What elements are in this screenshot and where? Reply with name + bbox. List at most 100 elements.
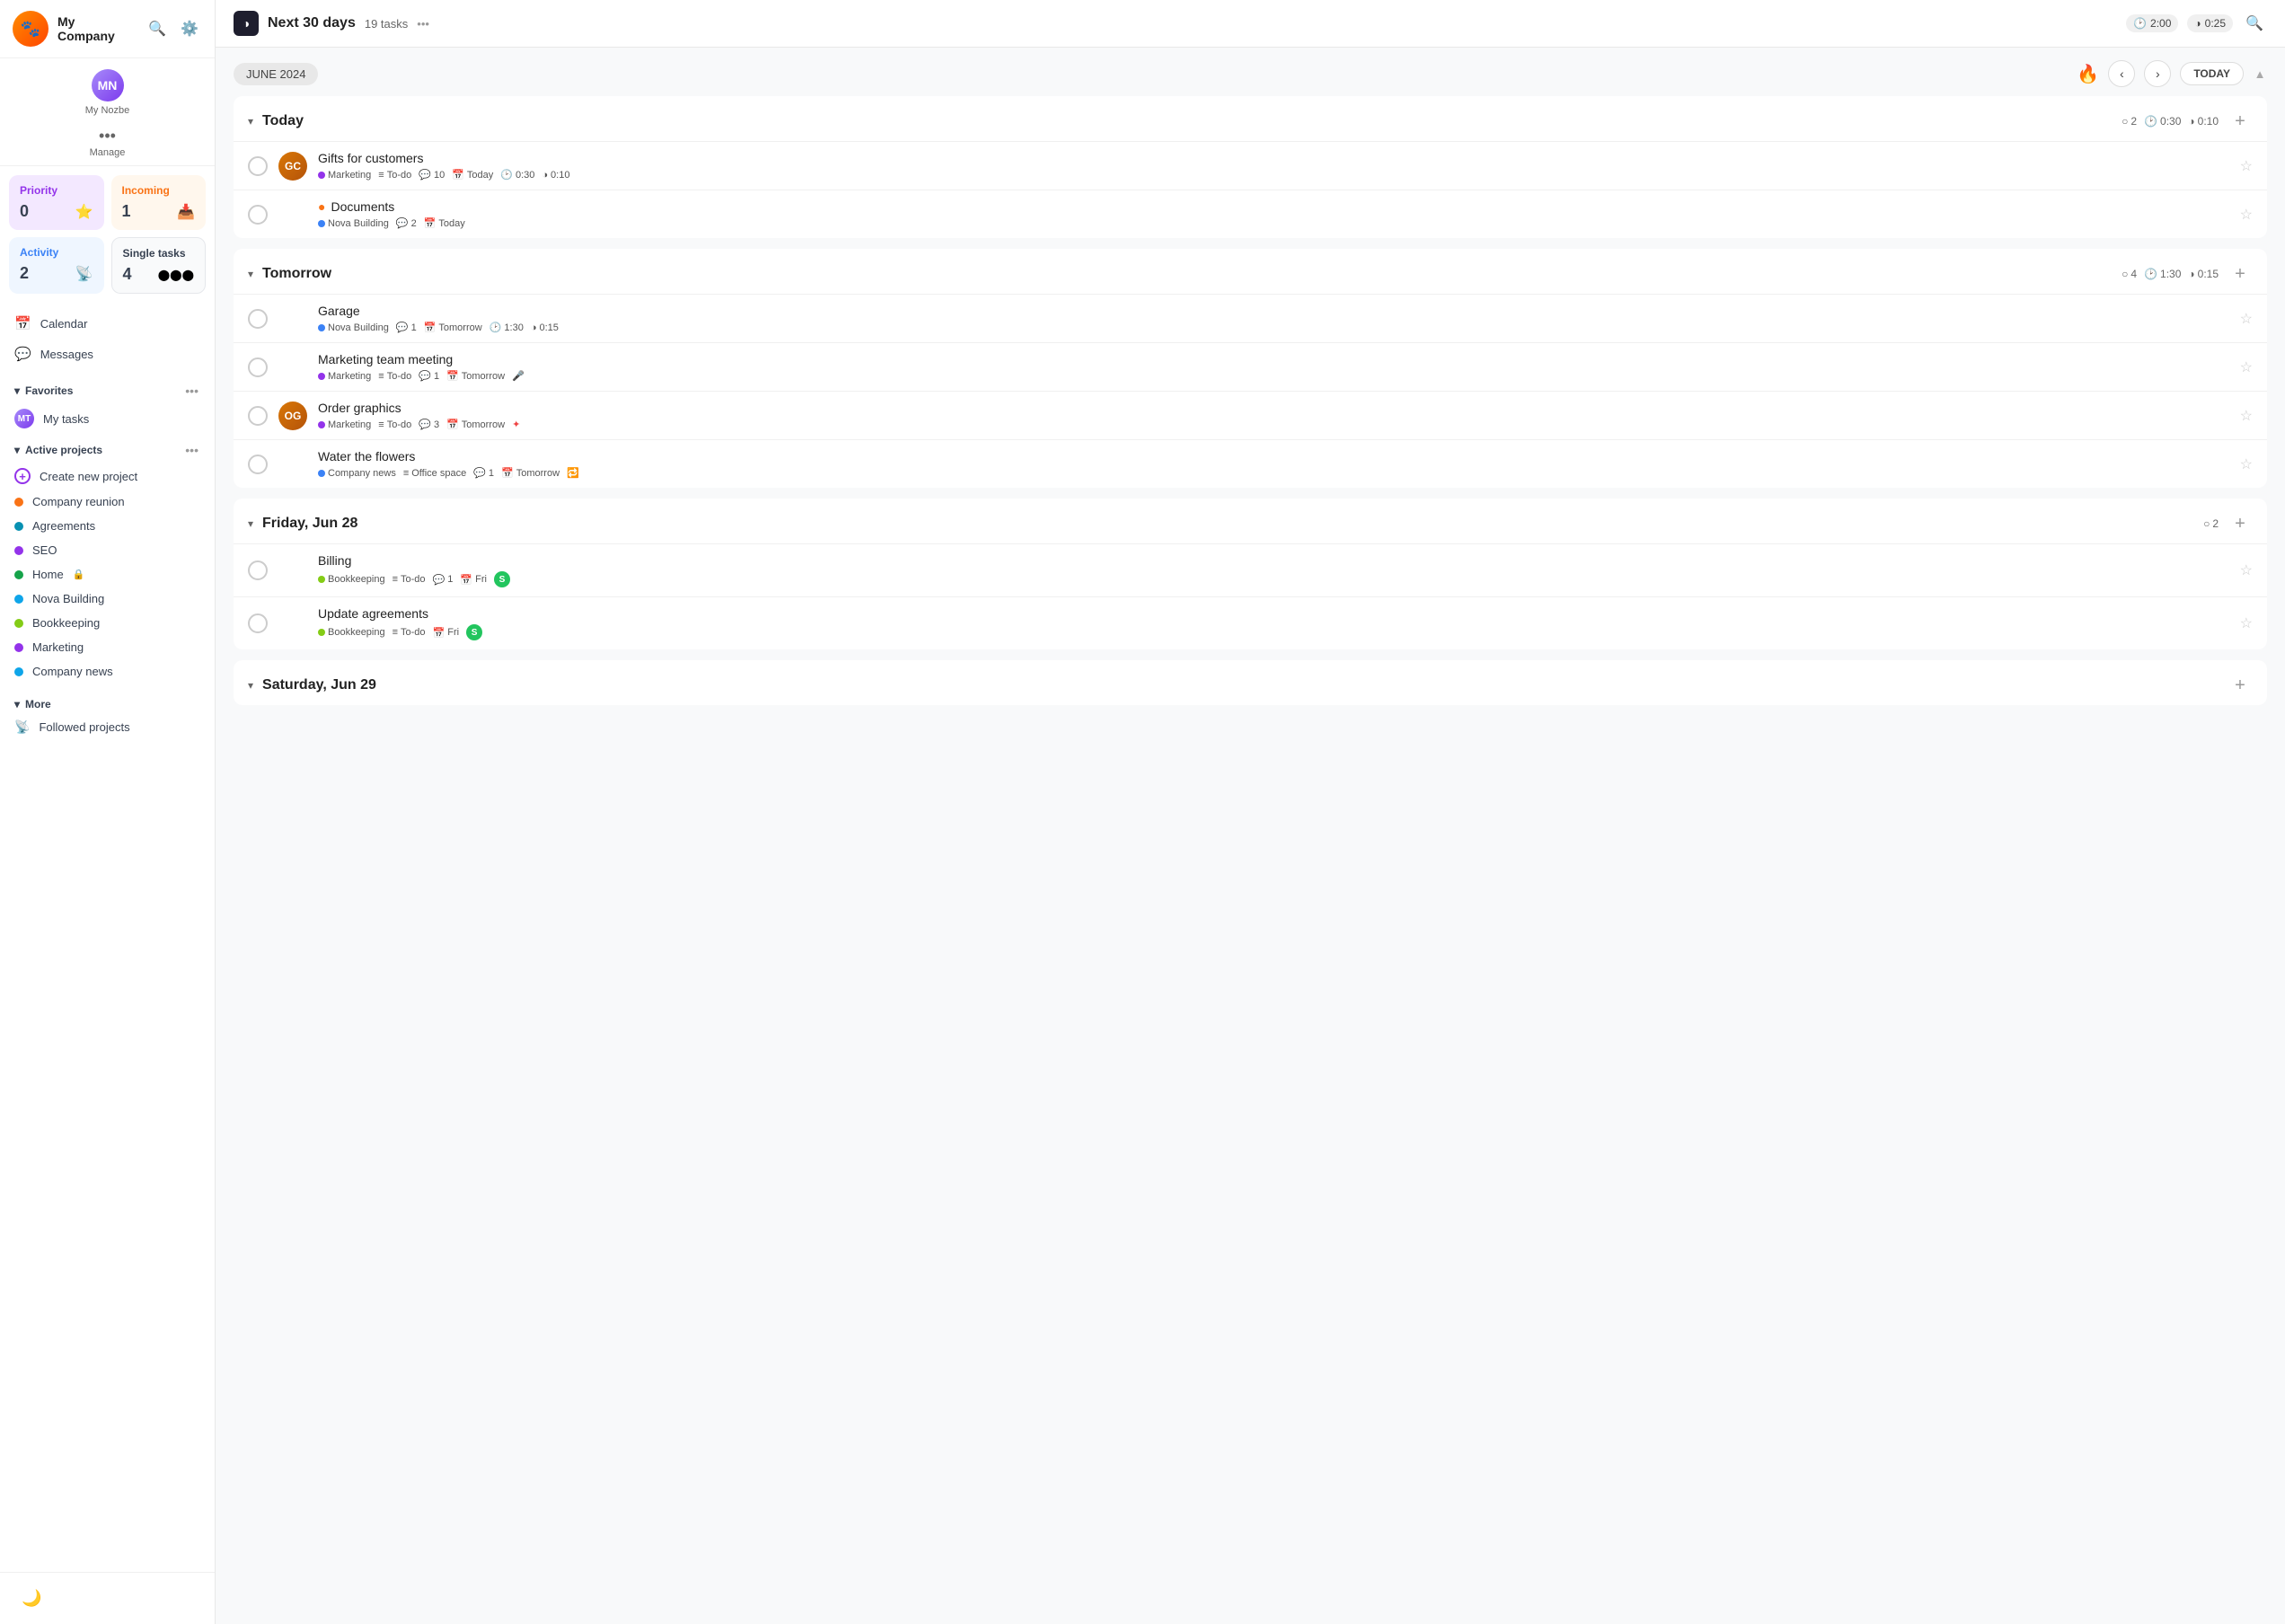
task-spacer-t7: [278, 556, 307, 585]
tomorrow-task-count: ○ 4: [2122, 268, 2137, 280]
project-label-marketing: Marketing: [32, 640, 84, 654]
task-meta-t4: Marketing ≡ To-do 💬 1 📅 Tomorrow: [318, 370, 2229, 382]
task-star-t5[interactable]: ☆: [2240, 407, 2253, 425]
content-area: JUNE 2024 🔥 ‹ › TODAY ▲ ▾ Today ○ 2 🕑: [216, 48, 2285, 1624]
project-item-nova[interactable]: Nova Building: [7, 587, 207, 611]
task-star-t2[interactable]: ☆: [2240, 206, 2253, 224]
create-project-item[interactable]: + Create new project: [7, 463, 207, 490]
messages-nav-item[interactable]: 💬 Messages: [0, 339, 215, 369]
search-topbar-button[interactable]: 🔍: [2242, 11, 2267, 36]
meta-project-t2: Nova Building: [318, 218, 389, 229]
friday-add-button[interactable]: +: [2228, 511, 2253, 536]
single-tasks-bottom: 4 ⬤⬤⬤: [123, 265, 195, 284]
saturday-collapse-button[interactable]: ▾: [248, 679, 253, 692]
saturday-add-button[interactable]: +: [2228, 673, 2253, 698]
more-collapse[interactable]: ▾: [14, 698, 20, 710]
collapse-right-button[interactable]: ▲: [2253, 67, 2267, 81]
project-item-marketing[interactable]: Marketing: [7, 635, 207, 659]
active-projects-more-button[interactable]: •••: [183, 441, 200, 459]
today-collapse-button[interactable]: ▾: [248, 115, 253, 128]
section-icon-t5: ≡: [378, 419, 384, 430]
task-checkbox-t1[interactable]: [248, 156, 268, 176]
task-checkbox-t8[interactable]: [248, 613, 268, 633]
meta-comments-t1: 💬 10: [419, 169, 445, 181]
activity-card[interactable]: Activity 2 📡: [9, 237, 104, 294]
month-badge[interactable]: JUNE 2024: [234, 63, 318, 85]
task-checkbox-t6[interactable]: [248, 455, 268, 474]
single-tasks-card[interactable]: Single tasks 4 ⬤⬤⬤: [111, 237, 207, 294]
meta-section-t5: ≡ To-do: [378, 419, 411, 430]
table-row: Update agreements Bookkeeping ≡ To-do 📅: [234, 596, 2267, 649]
favorites-more-button[interactable]: •••: [183, 382, 200, 400]
task-content-t5: Order graphics Marketing ≡ To-do 💬: [318, 401, 2229, 430]
messages-label: Messages: [40, 348, 93, 361]
topbar-left: ◑ Next 30 days 19 tasks •••: [234, 11, 2115, 36]
project-item-home[interactable]: Home 🔒: [7, 562, 207, 587]
meta-section-t7: ≡ To-do: [393, 574, 426, 585]
meta-date-t2: 📅 Today: [424, 217, 465, 229]
tomorrow-collapse-button[interactable]: ▾: [248, 268, 253, 280]
manage-icon: •••: [99, 127, 116, 146]
task-star-t7[interactable]: ☆: [2240, 561, 2253, 579]
saturday-section: ▾ Saturday, Jun 29 +: [234, 660, 2267, 705]
incoming-bottom: 1 📥: [122, 202, 196, 221]
main-content: ◑ Next 30 days 19 tasks ••• 🕑 2:00 ◑ 0:2…: [216, 0, 2285, 1624]
task-content-t4: Marketing team meeting Marketing ≡ To-do…: [318, 352, 2229, 382]
meta-badge-s-t7: S: [494, 571, 510, 587]
active-projects-collapse[interactable]: ▾: [14, 444, 20, 456]
today-section: ▾ Today ○ 2 🕑 0:30 ◑ 0:10 +: [234, 96, 2267, 238]
project-item-seo[interactable]: SEO: [7, 538, 207, 562]
favorites-collapse[interactable]: ▾: [14, 384, 20, 397]
task-checkbox-t5[interactable]: [248, 406, 268, 426]
clock-small-icon: 🕑: [2144, 115, 2157, 128]
task-checkbox-t7[interactable]: [248, 560, 268, 580]
manage-button[interactable]: ••• Manage: [0, 119, 215, 166]
active-projects-actions: •••: [183, 441, 200, 459]
task-star-t8[interactable]: ☆: [2240, 614, 2253, 632]
table-row: GC Gifts for customers Marketing ≡ To-do: [234, 141, 2267, 190]
topbar-more-button[interactable]: •••: [417, 17, 429, 31]
comments-icon-t7: 💬: [433, 574, 446, 586]
task-avatar-t1: GC: [278, 152, 307, 181]
calendar-nav-item[interactable]: 📅 Calendar: [0, 308, 215, 339]
friday-collapse-button[interactable]: ▾: [248, 517, 253, 530]
my-tasks-item[interactable]: MT My tasks: [7, 403, 207, 434]
followed-projects-item[interactable]: 📡 Followed projects: [7, 714, 207, 740]
task-spacer-t8: [278, 609, 307, 638]
comments-icon-t4: 💬: [419, 370, 431, 382]
task-star-t4[interactable]: ☆: [2240, 358, 2253, 376]
task-checkbox-t3[interactable]: [248, 309, 268, 329]
topbar-title: Next 30 days: [268, 15, 356, 31]
company-logo: 🐾: [13, 11, 49, 47]
project-item-bookkeeping[interactable]: Bookkeeping: [7, 611, 207, 635]
task-star-t1[interactable]: ☆: [2240, 157, 2253, 175]
next-arrow-button[interactable]: ›: [2144, 60, 2171, 87]
project-item-agreements[interactable]: Agreements: [7, 514, 207, 538]
settings-button[interactable]: ⚙️: [177, 16, 202, 41]
task-star-t3[interactable]: ☆: [2240, 310, 2253, 328]
project-item-company-news[interactable]: Company news: [7, 659, 207, 684]
meta-dot-t1: [318, 172, 325, 179]
meta-mic-t4: 🎤: [512, 370, 525, 382]
task-no-avatar-t2: [278, 200, 307, 229]
incoming-card[interactable]: Incoming 1 📥: [111, 175, 207, 230]
task-checkbox-t4[interactable]: [248, 357, 268, 377]
tomorrow-add-button[interactable]: +: [2228, 261, 2253, 287]
search-button[interactable]: 🔍: [145, 16, 170, 41]
bottom-settings-item[interactable]: 🌙: [14, 1584, 200, 1613]
favorites-title: ▾ Favorites: [14, 384, 73, 397]
today-add-button[interactable]: +: [2228, 109, 2253, 134]
today-button[interactable]: TODAY: [2180, 62, 2244, 85]
cal-icon-t7: 📅: [460, 574, 472, 586]
manage-label: Manage: [90, 147, 126, 158]
priority-card[interactable]: Priority 0 ⭐: [9, 175, 104, 230]
task-star-t6[interactable]: ☆: [2240, 455, 2253, 473]
project-label-seo: SEO: [32, 543, 57, 557]
project-item-reunion[interactable]: Company reunion: [7, 490, 207, 514]
prev-arrow-button[interactable]: ‹: [2108, 60, 2135, 87]
tomorrow-section: ▾ Tomorrow ○ 4 🕑 1:30 ◑ 0:15: [234, 249, 2267, 488]
meta-date-t5: 📅 Tomorrow: [446, 419, 505, 430]
task-checkbox-t2[interactable]: [248, 205, 268, 225]
comments-icon-t3: 💬: [396, 322, 409, 333]
cal-icon-t5: 📅: [446, 419, 459, 430]
